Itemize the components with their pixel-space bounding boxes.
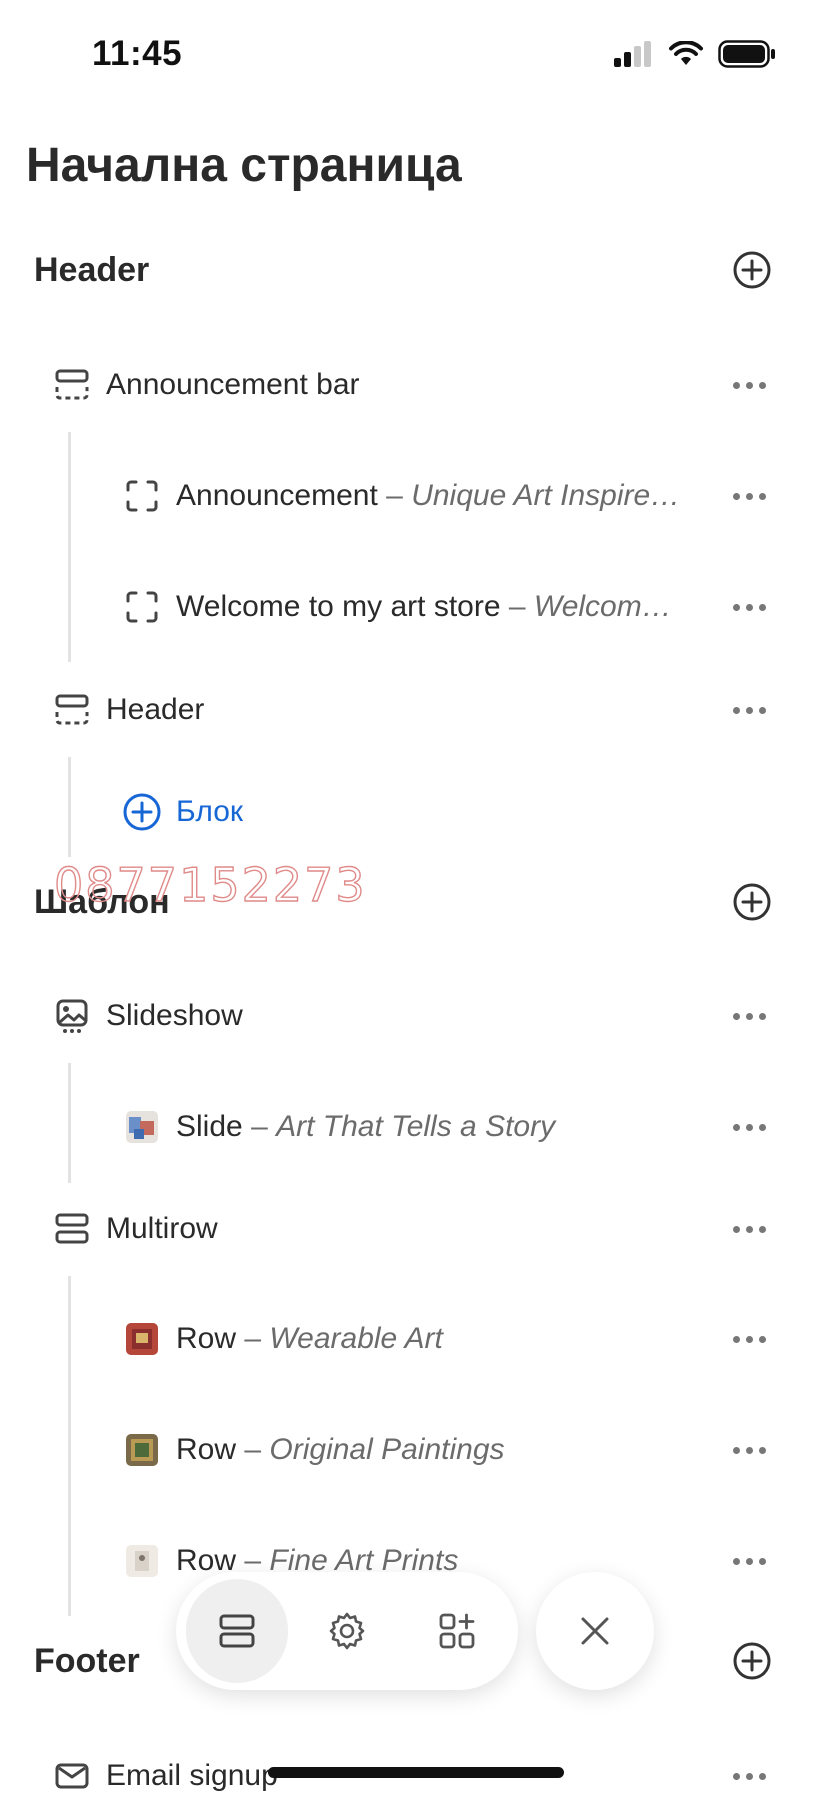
block-subtitle: Unique Art Inspire… — [411, 479, 681, 512]
battery-icon — [718, 40, 775, 68]
apps-button[interactable] — [406, 1579, 508, 1683]
block-row-wearable-art[interactable]: Row – Wearable Art — [122, 1309, 443, 1369]
more-button[interactable] — [724, 685, 774, 735]
section-group-icon — [52, 690, 92, 730]
add-app-icon — [439, 1613, 475, 1649]
add-section-button[interactable] — [730, 248, 774, 292]
settings-button[interactable] — [296, 1579, 398, 1683]
more-button[interactable] — [724, 582, 774, 632]
envelope-icon — [52, 1756, 92, 1796]
add-section-button[interactable] — [730, 1639, 774, 1683]
section-row-slideshow[interactable]: Slideshow — [52, 986, 243, 1046]
plus-circle-icon — [733, 1642, 771, 1680]
thumbnail-image — [122, 1430, 162, 1470]
block-subtitle: Art That Tells a Story — [276, 1110, 556, 1143]
block-frame-icon — [122, 476, 162, 516]
add-block-button[interactable]: Блок — [122, 782, 243, 842]
more-button[interactable] — [724, 1751, 774, 1800]
wifi-icon — [669, 41, 703, 65]
more-button[interactable] — [724, 1536, 774, 1586]
status-bar: 11:45 — [0, 0, 832, 110]
block-name: Row — [176, 1322, 237, 1355]
block-name: Announcement — [176, 479, 378, 512]
row-label: Welcome to my art store – Welcom… — [176, 590, 672, 624]
bottom-toolbar — [176, 1572, 518, 1690]
block-subtitle: Welcom… — [533, 590, 672, 623]
section-header-header: Header — [34, 240, 774, 300]
row-label: Row – Original Paintings — [176, 1433, 505, 1467]
block-row-welcome[interactable]: Welcome to my art store – Welcom… — [122, 577, 672, 637]
tree-line — [68, 432, 71, 662]
separator: – — [244, 1322, 262, 1355]
row-label: Multirow — [106, 1212, 218, 1245]
tree-line — [68, 1063, 71, 1183]
row-label: Announcement – Unique Art Inspire… — [176, 479, 680, 513]
block-row-original-paintings[interactable]: Row – Original Paintings — [122, 1420, 505, 1480]
block-name: Slide — [176, 1110, 243, 1143]
separator: – — [508, 590, 526, 623]
separator: – — [386, 479, 403, 512]
section-title: Header — [34, 250, 150, 289]
row-label: Email signup — [106, 1759, 278, 1792]
plus-circle-icon — [733, 883, 771, 921]
gear-icon — [329, 1612, 365, 1650]
block-name: Welcome to my art store — [176, 590, 501, 623]
row-label: Slideshow — [106, 999, 243, 1032]
section-group-icon — [52, 365, 92, 405]
section-group-icon — [52, 1209, 92, 1249]
more-button[interactable] — [724, 1102, 774, 1152]
sections-button[interactable] — [186, 1579, 288, 1683]
separator: – — [251, 1110, 268, 1143]
row-label: Header — [106, 693, 205, 726]
page-title: Начална страница — [26, 139, 462, 192]
add-section-button[interactable] — [730, 880, 774, 924]
add-block-label: Блок — [176, 795, 244, 828]
more-button[interactable] — [724, 1204, 774, 1254]
block-subtitle: Original Paintings — [269, 1433, 505, 1466]
thumbnail-image — [122, 1107, 162, 1147]
row-label: Row – Wearable Art — [176, 1322, 443, 1356]
more-button[interactable] — [724, 471, 774, 521]
more-button[interactable] — [724, 360, 774, 410]
slideshow-icon — [52, 996, 92, 1036]
more-button[interactable] — [724, 991, 774, 1041]
row-label: Announcement bar — [106, 368, 360, 401]
close-button[interactable] — [536, 1572, 654, 1690]
block-row-slide[interactable]: Slide – Art That Tells a Story — [122, 1097, 555, 1157]
section-row-email-signup[interactable]: Email signup — [52, 1746, 278, 1800]
block-row-announcement[interactable]: Announcement – Unique Art Inspire… — [122, 466, 680, 526]
block-frame-icon — [122, 587, 162, 627]
separator: – — [244, 1433, 262, 1466]
row-label: Slide – Art That Tells a Story — [176, 1110, 555, 1144]
thumbnail-image — [122, 1541, 162, 1581]
status-time: 11:45 — [92, 34, 183, 73]
sections-icon — [219, 1614, 255, 1648]
home-indicator — [268, 1767, 564, 1778]
close-icon — [581, 1617, 609, 1645]
section-row-header[interactable]: Header — [52, 680, 204, 740]
block-name: Row — [176, 1433, 237, 1466]
status-icons — [614, 40, 776, 68]
watermark: 0877152273 — [53, 857, 367, 912]
more-button[interactable] — [724, 1314, 774, 1364]
section-row-announcement-bar[interactable]: Announcement bar — [52, 355, 360, 415]
cellular-signal-icon — [614, 41, 651, 67]
section-title: Footer — [34, 1641, 140, 1680]
plus-circle-icon — [122, 792, 162, 832]
more-button[interactable] — [724, 1425, 774, 1475]
tree-line — [68, 757, 71, 857]
section-row-multirow[interactable]: Multirow — [52, 1199, 218, 1259]
thumbnail-image — [122, 1319, 162, 1359]
tree-line — [68, 1276, 71, 1616]
block-subtitle: Wearable Art — [269, 1322, 443, 1355]
plus-circle-icon — [733, 251, 771, 289]
